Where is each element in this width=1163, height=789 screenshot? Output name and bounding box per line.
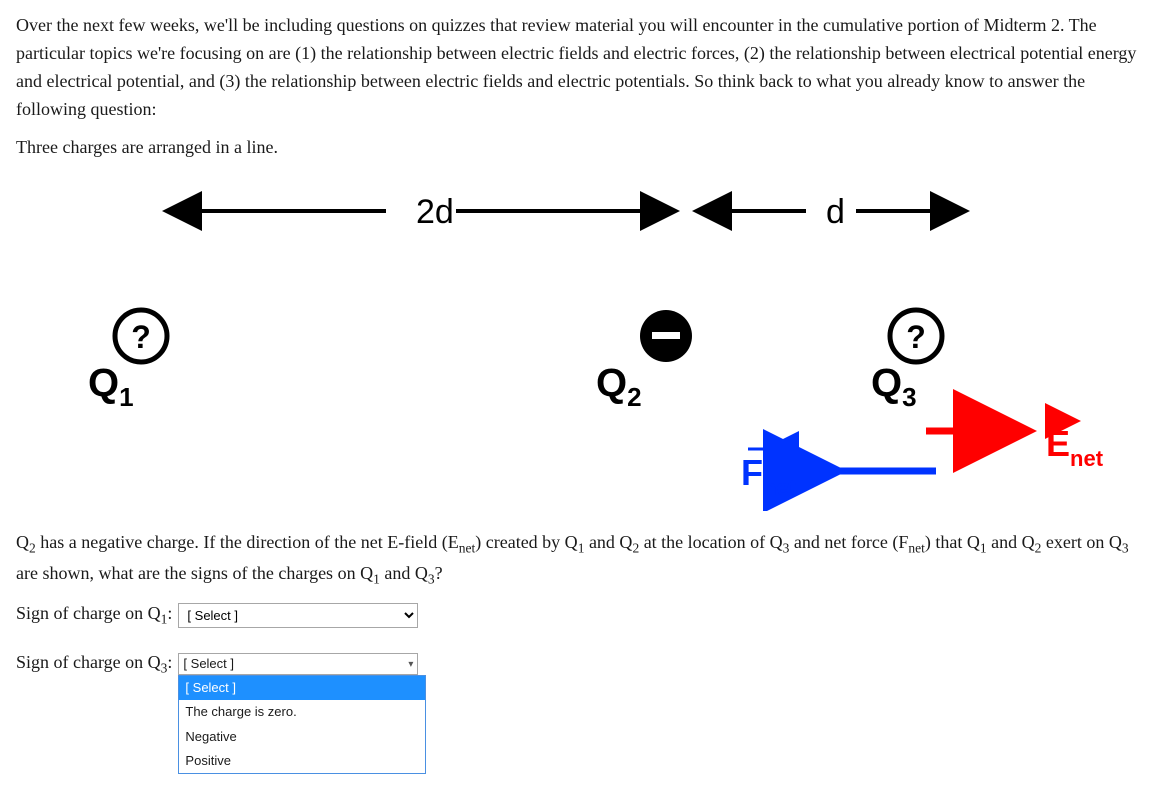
q1-answer-label: Sign of charge on Q1: — [16, 600, 172, 631]
distance-d: d — [826, 193, 845, 231]
q1-sign-select[interactable]: [ Select ] — [178, 603, 418, 628]
distance-2d: 2d — [416, 193, 454, 231]
q1-label: Q1 — [88, 361, 134, 412]
setup-line: Three charges are arranged in a line. — [16, 134, 1147, 162]
svg-text:?: ? — [131, 319, 151, 355]
enet-label: Enet — [1046, 423, 1104, 471]
option-zero[interactable]: The charge is zero. — [179, 700, 425, 724]
svg-text:?: ? — [906, 319, 926, 355]
question-paragraph: Q2 has a negative charge. If the directi… — [16, 529, 1147, 590]
fnet-label: Fnet — [741, 452, 797, 500]
intro-paragraph: Over the next few weeks, we'll be includ… — [16, 12, 1147, 124]
q3-label: Q3 — [871, 361, 917, 412]
option-placeholder[interactable]: [ Select ] — [179, 676, 425, 700]
q3-answer-label: Sign of charge on Q3: — [16, 649, 172, 680]
q3-sign-options[interactable]: [ Select ] The charge is zero. Negative … — [178, 675, 426, 774]
charges-diagram: 2d d ? Q1 Q2 ? Q3 Enet — [16, 171, 1147, 511]
chevron-down-icon: ▾ — [408, 657, 413, 673]
q2-label: Q2 — [596, 361, 642, 412]
option-negative[interactable]: Negative — [179, 725, 425, 749]
option-positive[interactable]: Positive — [179, 749, 425, 773]
q3-sign-select[interactable]: [ Select ] ▾ — [178, 653, 418, 675]
